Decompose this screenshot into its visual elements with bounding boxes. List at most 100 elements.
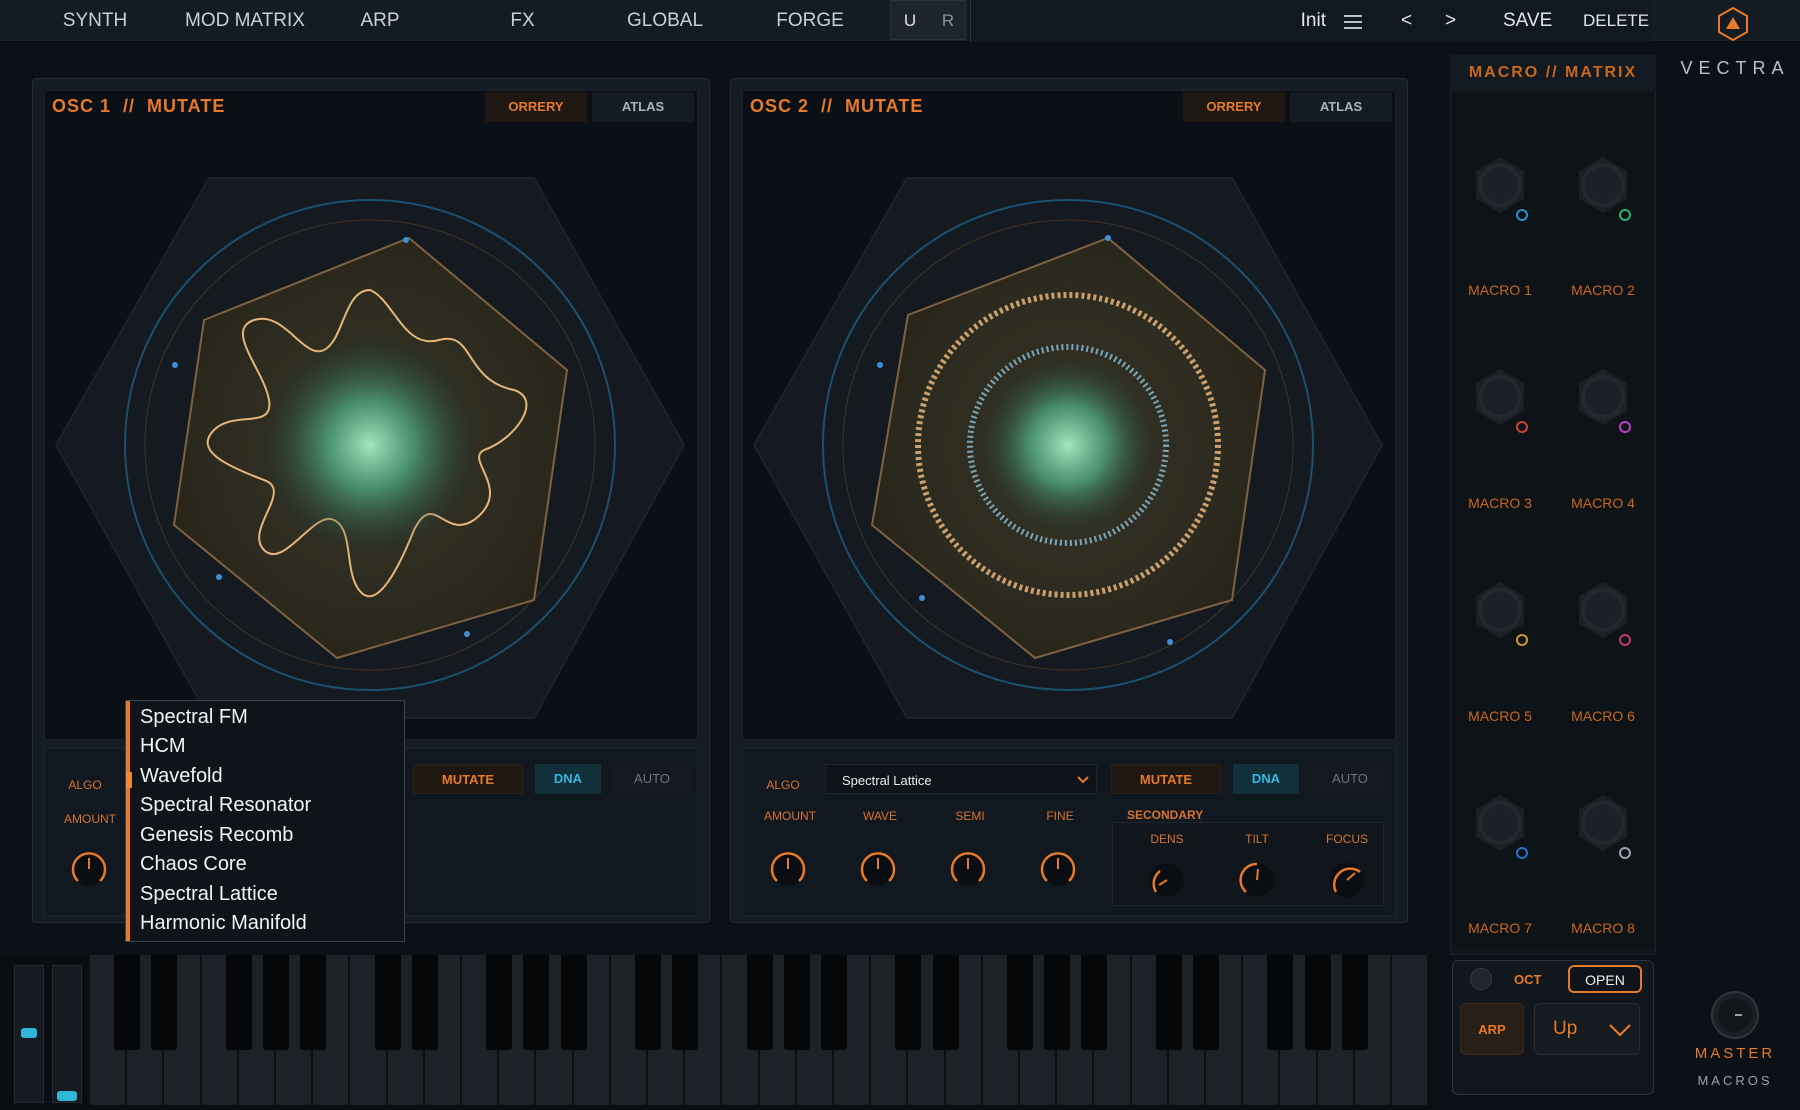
black-key[interactable] [263,955,289,1050]
black-key[interactable] [1007,955,1033,1050]
preset-name[interactable]: Init [971,0,1326,42]
preset-prev-button[interactable]: < [1401,0,1421,42]
black-key[interactable] [672,955,699,1050]
osc1-amount-knob[interactable] [70,850,108,888]
osc2-wave-knob[interactable] [859,850,897,888]
white-key[interactable] [1392,955,1429,1105]
black-key[interactable] [1193,955,1219,1050]
macro-8-knob[interactable] [1573,793,1633,863]
macro-6-knob[interactable] [1573,580,1633,650]
black-key[interactable] [1155,955,1182,1050]
osc2-dens-knob[interactable] [1148,861,1186,899]
macro-7-knob[interactable] [1470,793,1530,863]
black-key[interactable] [486,955,513,1050]
osc1-dna-button[interactable]: DNA [535,764,601,794]
black-key[interactable] [932,955,959,1050]
osc2-dna-button[interactable]: DNA [1233,764,1299,794]
osc2-auto-button[interactable]: AUTO [1310,764,1390,794]
osc2-algo-label: ALGO [766,778,800,792]
arp-oct-label: OCT [1514,972,1542,987]
tab-synth[interactable]: SYNTH [20,0,170,42]
black-key[interactable] [1341,955,1368,1050]
mod-wheel[interactable] [52,965,82,1103]
osc2-tilt-knob[interactable] [1238,861,1276,899]
osc1-mutate-button[interactable]: MUTATE [413,764,523,794]
black-key[interactable] [225,955,252,1050]
undo-button[interactable]: U [891,1,929,41]
algo-option-spectral-lattice[interactable]: Spectral Lattice [140,883,278,906]
macro-3-knob[interactable] [1470,367,1530,437]
preset-bar: Init < > SAVE DELETE [970,0,1650,42]
osc2-focus-knob[interactable] [1328,861,1366,899]
osc2-tab-atlas[interactable]: ATLAS [1290,92,1392,122]
algo-option-harmonic-manifold[interactable]: Harmonic Manifold [140,912,307,935]
osc2-focus-label: FOCUS [1326,832,1368,846]
osc1-auto-button[interactable]: AUTO [612,764,692,794]
black-key[interactable] [560,955,587,1050]
tab-fx[interactable]: FX [470,0,575,42]
arp-power-toggle[interactable] [1470,968,1492,990]
black-key[interactable] [300,955,327,1050]
delete-button[interactable]: DELETE [1583,0,1653,42]
black-key[interactable] [411,955,438,1050]
osc2-fine-knob[interactable] [1039,850,1077,888]
chevron-down-icon [1077,776,1089,784]
macro-1-label: MACRO 1 [1468,282,1532,298]
osc2-algo-select[interactable]: Spectral Lattice [825,764,1097,794]
macro-4-label: MACRO 4 [1571,495,1635,511]
osc2-semi-knob[interactable] [949,850,987,888]
black-key[interactable] [746,955,773,1050]
osc1-orrery-visual [54,177,686,719]
black-key[interactable] [151,955,178,1050]
algo-option-spectral-resonator[interactable]: Spectral Resonator [140,794,311,817]
osc2-mutate-button[interactable]: MUTATE [1111,764,1221,794]
osc2-fine-label: FINE [1046,809,1074,823]
algo-option-genesis-recomb[interactable]: Genesis Recomb [140,824,293,847]
arp-open-button[interactable]: OPEN [1568,965,1642,993]
arp-button[interactable]: ARP [1460,1003,1524,1055]
master-knob[interactable] [1710,990,1760,1040]
keys[interactable] [90,955,1430,1110]
black-key[interactable] [1081,955,1108,1050]
undo-redo-group: U R [890,0,966,40]
macro-2-knob[interactable] [1573,155,1633,225]
piano-keyboard [0,955,1432,1110]
redo-button[interactable]: R [929,1,967,41]
osc2-tab-orrery[interactable]: ORRERY [1183,92,1285,122]
black-key[interactable] [1304,955,1331,1050]
black-key[interactable] [783,955,810,1050]
macro-1-knob[interactable] [1470,155,1530,225]
osc1-algo-label: ALGO [68,778,102,792]
macro-6-label: MACRO 6 [1571,708,1635,724]
black-key[interactable] [821,955,847,1050]
black-key[interactable] [374,955,401,1050]
tab-global[interactable]: GLOBAL [600,0,730,42]
save-button[interactable]: SAVE [1503,0,1563,42]
macro-5-label: MACRO 5 [1468,708,1532,724]
black-key[interactable] [1267,955,1294,1050]
black-key[interactable] [114,955,141,1050]
tab-mod-matrix[interactable]: MOD MATRIX [170,0,320,42]
macro-4-knob[interactable] [1573,367,1633,437]
osc1-tab-orrery[interactable]: ORRERY [485,92,587,122]
macros-tab[interactable]: MACROS [1675,1073,1795,1088]
pitch-wheel[interactable] [14,965,44,1103]
tab-forge[interactable]: FORGE [745,0,875,42]
black-key[interactable] [1044,955,1071,1050]
tab-arp[interactable]: ARP [320,0,440,42]
osc2-amount-knob[interactable] [769,850,807,888]
arp-direction-select[interactable]: Up [1534,1003,1640,1055]
osc2-semi-label: SEMI [955,809,985,823]
algo-option-hcm[interactable]: HCM [140,735,186,758]
preset-next-button[interactable]: > [1445,0,1465,42]
black-key[interactable] [895,955,922,1050]
preset-menu-icon[interactable] [1343,0,1373,42]
algo-option-chaos-core[interactable]: Chaos Core [140,853,247,876]
black-key[interactable] [523,955,550,1050]
osc2-amount-label: AMOUNT [764,809,816,823]
macro-5-knob[interactable] [1470,580,1530,650]
algo-option-spectral-fm[interactable]: Spectral FM [140,706,248,729]
black-key[interactable] [635,955,661,1050]
osc1-tab-atlas[interactable]: ATLAS [592,92,694,122]
algo-option-wavefold[interactable]: Wavefold [140,765,223,788]
